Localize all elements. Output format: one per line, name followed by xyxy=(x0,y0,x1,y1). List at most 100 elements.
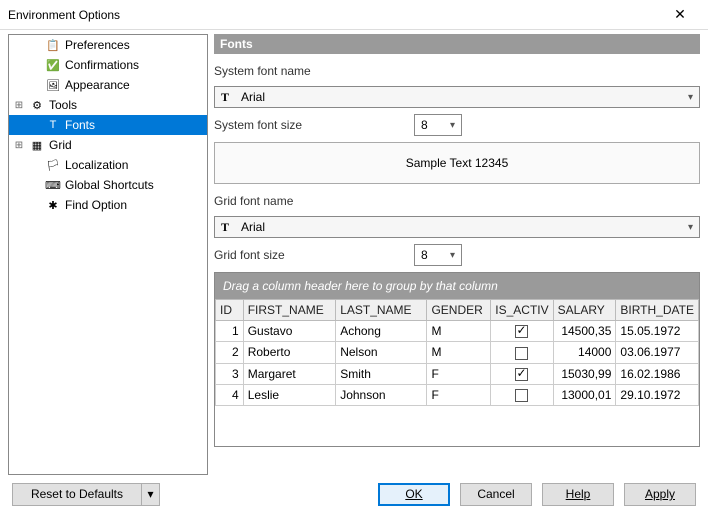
cell-active[interactable] xyxy=(491,384,553,405)
grid-size-value: 8 xyxy=(421,248,428,262)
main-area: 📋Preferences✅Confirmations🖼Appearance⊞⚙T… xyxy=(0,30,708,475)
chevron-down-icon: ▾ xyxy=(450,120,455,131)
tree-item-tools[interactable]: ⊞ ⚙ Tools xyxy=(9,95,207,115)
footer: Reset to Defaults ▾ OK Cancel Help Apply xyxy=(0,475,708,513)
cell-birth: 15.05.1972 xyxy=(616,321,699,342)
help-button[interactable]: Help xyxy=(542,483,614,506)
column-header[interactable]: LAST_NAME xyxy=(336,300,427,321)
cell-birth: 03.06.1977 xyxy=(616,342,699,363)
tree-item-confirmations[interactable]: ✅ Confirmations xyxy=(9,55,207,75)
system-sample: Sample Text 12345 xyxy=(214,142,700,184)
tree-icon: 🏳 xyxy=(45,157,61,173)
apply-button[interactable]: Apply xyxy=(624,483,696,506)
tree-icon: 🖼 xyxy=(45,77,61,93)
cell-last-name: Smith xyxy=(336,363,427,384)
tree-icon: ⌨ xyxy=(45,177,61,193)
tree-item-appearance[interactable]: 🖼 Appearance xyxy=(9,75,207,95)
tree-label: Confirmations xyxy=(65,58,139,72)
grid-font-label: Grid font name xyxy=(214,194,700,208)
tree-label: Grid xyxy=(49,138,72,152)
tree-icon: ⚙ xyxy=(29,97,45,113)
reset-button[interactable]: Reset to Defaults xyxy=(12,483,142,506)
table-row[interactable]: 1GustavoAchongM14500,3515.05.1972 xyxy=(216,321,699,342)
system-font-dropdown[interactable]: T Arial ▾ xyxy=(214,86,700,108)
tree-item-global-shortcuts[interactable]: ⌨ Global Shortcuts xyxy=(9,175,207,195)
tree-icon: ✱ xyxy=(45,197,61,213)
cell-first-name: Roberto xyxy=(243,342,335,363)
cell-gender: F xyxy=(427,384,491,405)
tree-label: Tools xyxy=(49,98,77,112)
cell-first-name: Margaret xyxy=(243,363,335,384)
reset-dropdown-button[interactable]: ▾ xyxy=(142,483,160,506)
system-font-value: Arial xyxy=(241,90,688,104)
column-header[interactable]: ID xyxy=(216,300,244,321)
grid-font-value: Arial xyxy=(241,220,688,234)
cell-id: 3 xyxy=(216,363,244,384)
tree-item-fonts[interactable]: TFonts xyxy=(9,115,207,135)
cell-last-name: Achong xyxy=(336,321,427,342)
cell-id: 4 xyxy=(216,384,244,405)
content-panel: Fonts System font name T Arial ▾ System … xyxy=(214,34,700,475)
chevron-down-icon: ▾ xyxy=(450,250,455,261)
tree-label: Preferences xyxy=(65,38,130,52)
cell-last-name: Johnson xyxy=(336,384,427,405)
cell-birth: 16.02.1986 xyxy=(616,363,699,384)
tree-label: Find Option xyxy=(65,198,127,212)
nav-tree[interactable]: 📋Preferences✅Confirmations🖼Appearance⊞⚙T… xyxy=(8,34,208,475)
cell-first-name: Leslie xyxy=(243,384,335,405)
chevron-down-icon: ▾ xyxy=(688,222,693,233)
checkbox-icon[interactable] xyxy=(515,325,528,338)
cell-salary: 14000 xyxy=(553,342,616,363)
tree-label: Global Shortcuts xyxy=(65,178,154,192)
cancel-button[interactable]: Cancel xyxy=(460,483,532,506)
sample-grid: Drag a column header here to group by th… xyxy=(214,272,700,447)
tree-item-grid[interactable]: ⊞▦Grid xyxy=(9,135,207,155)
grid-table[interactable]: IDFIRST_NAMELAST_NAMEGENDERIS_ACTIVSALAR… xyxy=(215,299,699,406)
checkbox-icon[interactable] xyxy=(515,368,528,381)
cell-salary: 14500,35 xyxy=(553,321,616,342)
tree-label: Localization xyxy=(65,158,128,172)
cell-salary: 15030,99 xyxy=(553,363,616,384)
chevron-down-icon: ▾ xyxy=(688,92,693,103)
title-bar: Environment Options ✕ xyxy=(0,0,708,30)
font-icon: T xyxy=(221,90,237,105)
tree-item-localization[interactable]: 🏳 Localization xyxy=(9,155,207,175)
checkbox-icon[interactable] xyxy=(515,347,528,360)
panel-title: Fonts xyxy=(214,34,700,54)
column-header[interactable]: BIRTH_DATE xyxy=(616,300,699,321)
system-size-select[interactable]: 8 ▾ xyxy=(414,114,462,136)
cell-active[interactable] xyxy=(491,342,553,363)
table-row[interactable]: 2RobertoNelsonM1400003.06.1977 xyxy=(216,342,699,363)
tree-item-preferences[interactable]: 📋 Preferences xyxy=(9,35,207,55)
table-row[interactable]: 3MargaretSmithF 15030,9916.02.1986 xyxy=(216,363,699,384)
column-header[interactable]: IS_ACTIV xyxy=(491,300,553,321)
system-size-value: 8 xyxy=(421,118,428,132)
tree-icon: 📋 xyxy=(45,37,61,53)
checkbox-icon[interactable] xyxy=(515,389,528,402)
expand-icon[interactable]: ⊞ xyxy=(13,140,25,151)
font-icon: T xyxy=(221,220,237,235)
table-row[interactable]: 4LeslieJohnsonF13000,0129.10.1972 xyxy=(216,384,699,405)
system-font-label: System font name xyxy=(214,64,700,78)
cell-active[interactable] xyxy=(491,321,553,342)
close-icon[interactable]: ✕ xyxy=(660,6,700,23)
window-title: Environment Options xyxy=(8,8,660,22)
grid-empty xyxy=(215,406,699,446)
tree-item-find-option[interactable]: ✱ Find Option xyxy=(9,195,207,215)
tree-icon: ✅ xyxy=(45,57,61,73)
cell-last-name: Nelson xyxy=(336,342,427,363)
cell-active[interactable] xyxy=(491,363,553,384)
tree-label: Appearance xyxy=(65,78,130,92)
cell-gender: M xyxy=(427,342,491,363)
column-header[interactable]: FIRST_NAME xyxy=(243,300,335,321)
cell-birth: 29.10.1972 xyxy=(616,384,699,405)
grid-size-select[interactable]: 8 ▾ xyxy=(414,244,462,266)
cell-gender: F xyxy=(427,363,491,384)
expand-icon[interactable]: ⊞ xyxy=(13,100,25,111)
grid-font-dropdown[interactable]: T Arial ▾ xyxy=(214,216,700,238)
grid-group-hint[interactable]: Drag a column header here to group by th… xyxy=(215,273,699,299)
ok-button[interactable]: OK xyxy=(378,483,450,506)
column-header[interactable]: GENDER xyxy=(427,300,491,321)
tree-icon: T xyxy=(45,117,61,133)
column-header[interactable]: SALARY xyxy=(553,300,616,321)
